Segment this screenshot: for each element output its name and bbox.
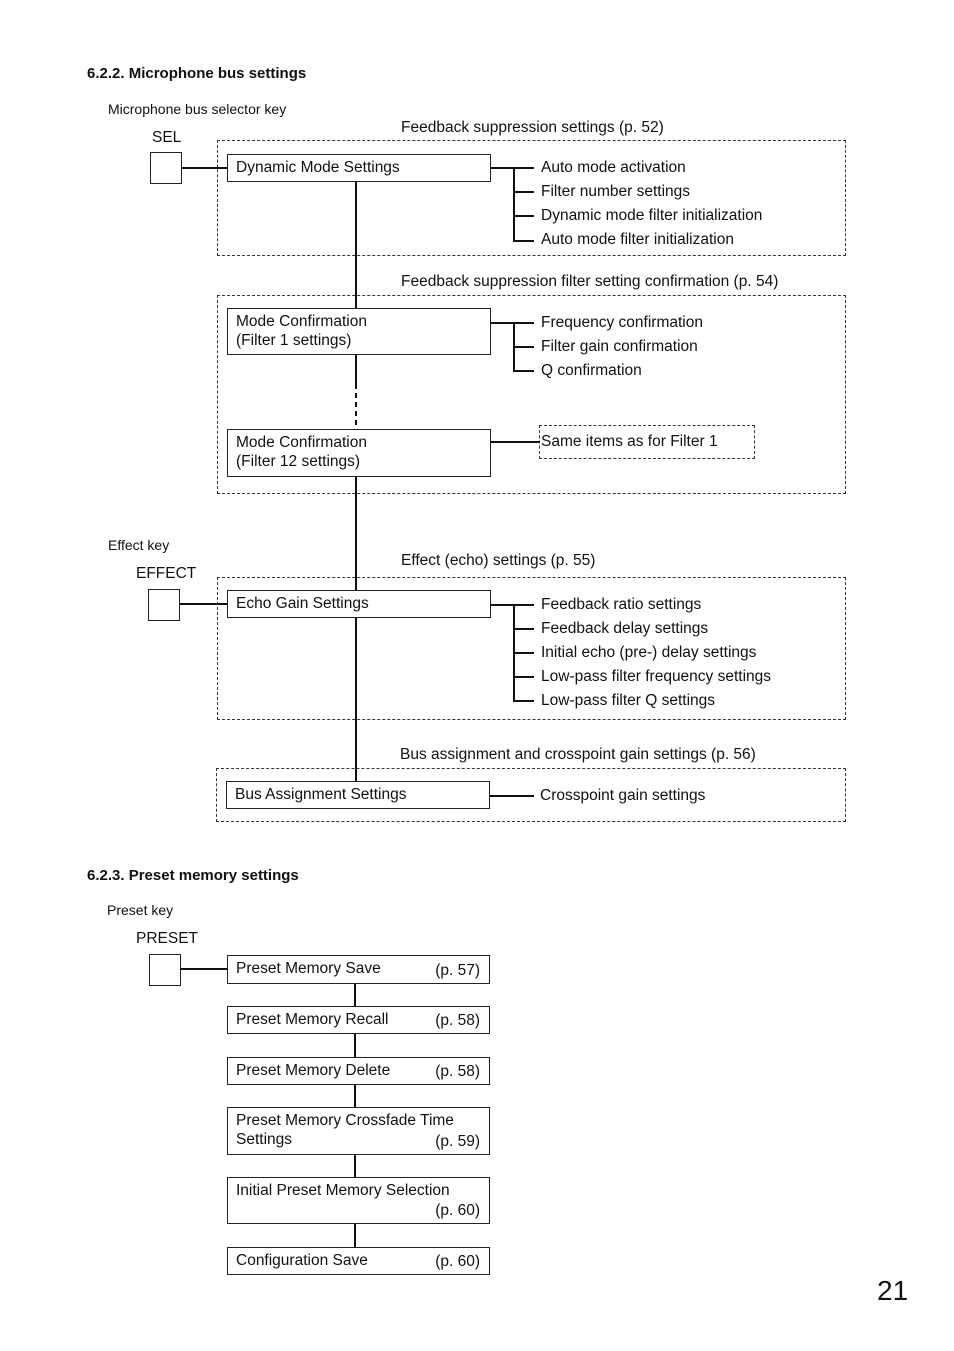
connector-line: [354, 1033, 356, 1058]
preset-memory-recall-box[interactable]: Preset Memory Recall (p. 58): [227, 1006, 490, 1034]
connector-line: [513, 370, 534, 372]
section-title-preset-memory: 6.2.3. Preset memory settings: [87, 867, 299, 884]
connector-line: [513, 676, 534, 678]
connector-line: [513, 167, 515, 241]
box-label: Preset Memory Recall: [236, 1011, 389, 1028]
connector-line: [489, 795, 534, 797]
item-lpf-q: Low-pass filter Q settings: [541, 692, 716, 709]
bus-assignment-settings-box[interactable]: Bus Assignment Settings: [226, 781, 490, 809]
page-reference: (p. 58): [435, 1063, 480, 1080]
box-label: Configuration Save: [236, 1252, 368, 1269]
mode-confirmation-filter12-box[interactable]: Mode Confirmation (Filter 12 settings): [227, 429, 491, 477]
page-reference: (p. 58): [435, 1012, 480, 1029]
preset-crossfade-time-box[interactable]: Preset Memory Crossfade Time Settings (p…: [227, 1107, 490, 1155]
echo-gain-settings-box[interactable]: Echo Gain Settings: [227, 590, 491, 618]
page-reference: (p. 57): [435, 962, 480, 979]
sel-key-button[interactable]: [150, 152, 182, 184]
group-title-bus-assignment: Bus assignment and crosspoint gain setti…: [400, 746, 756, 763]
box-label: Preset Memory Delete: [236, 1062, 391, 1079]
connector-line: [354, 1084, 356, 1108]
item-frequency-confirmation: Frequency confirmation: [541, 314, 703, 331]
sel-key-label: SEL: [152, 129, 182, 146]
preset-key-label: PRESET: [136, 930, 199, 947]
box-label: Preset Memory Save: [236, 960, 381, 977]
group-title-filter-confirmation: Feedback suppression filter setting conf…: [401, 273, 779, 290]
connector-line: [354, 1154, 356, 1178]
sel-key-caption: Microphone bus selector key: [108, 101, 287, 117]
section-title-microphone-bus: 6.2.2. Microphone bus settings: [87, 65, 307, 82]
item-feedback-ratio: Feedback ratio settings: [541, 596, 702, 613]
initial-preset-selection-box[interactable]: Initial Preset Memory Selection (p. 60): [227, 1177, 490, 1224]
item-filter-gain-confirmation: Filter gain confirmation: [541, 338, 698, 355]
mode-confirmation-filter1-box[interactable]: Mode Confirmation (Filter 1 settings): [227, 308, 491, 355]
connector-line: [181, 968, 228, 970]
item-feedback-delay: Feedback delay settings: [541, 620, 709, 637]
box-label: Dynamic Mode Settings: [236, 159, 400, 176]
item-initial-echo-delay: Initial echo (pre-) delay settings: [541, 644, 757, 661]
item-lpf-frequency: Low-pass filter frequency settings: [541, 668, 772, 685]
box-label-line2: (Filter 1 settings): [236, 332, 352, 349]
item-q-confirmation: Q confirmation: [541, 362, 642, 379]
preset-memory-save-box[interactable]: Preset Memory Save (p. 57): [227, 955, 490, 984]
connector-line: [354, 983, 356, 1007]
preset-memory-delete-box[interactable]: Preset Memory Delete (p. 58): [227, 1057, 490, 1085]
preset-key-caption: Preset key: [107, 902, 174, 918]
connector-line: [180, 603, 228, 605]
box-label-line1: Mode Confirmation: [236, 434, 367, 451]
dynamic-mode-settings-box[interactable]: Dynamic Mode Settings: [227, 154, 491, 182]
effect-key-button[interactable]: [148, 589, 180, 621]
connector-line: [513, 346, 534, 348]
box-label-line2: (Filter 12 settings): [236, 453, 361, 470]
group-title-effect-echo: Effect (echo) settings (p. 55): [401, 552, 596, 569]
connector-line: [513, 240, 534, 242]
connector-line: [490, 441, 540, 443]
page-reference: (p. 60): [435, 1202, 480, 1219]
connector-line: [513, 191, 534, 193]
box-label-line1: Preset Memory Crossfade Time: [236, 1112, 454, 1129]
group-title-feedback-suppression: Feedback suppression settings (p. 52): [401, 119, 664, 136]
item-dynamic-filter-init: Dynamic mode filter initialization: [541, 207, 763, 224]
preset-key-button[interactable]: [149, 954, 181, 986]
item-auto-mode-activation: Auto mode activation: [541, 159, 686, 176]
connector-line: [354, 1223, 356, 1248]
box-label: Bus Assignment Settings: [235, 786, 407, 803]
effect-key-caption: Effect key: [108, 537, 170, 553]
box-label: Echo Gain Settings: [236, 595, 369, 612]
item-auto-filter-init: Auto mode filter initialization: [541, 231, 734, 248]
connector-line: [513, 652, 534, 654]
box-label-line1: Mode Confirmation: [236, 313, 367, 330]
page-reference: (p. 59): [435, 1133, 480, 1150]
configuration-save-box[interactable]: Configuration Save (p. 60): [227, 1247, 490, 1275]
connector-line: [513, 215, 534, 217]
connector-line: [513, 628, 534, 630]
page-number: 21: [877, 1275, 909, 1306]
page-reference: (p. 60): [435, 1253, 480, 1270]
box-label-line1: Initial Preset Memory Selection: [236, 1182, 450, 1199]
item-crosspoint-gain: Crosspoint gain settings: [540, 787, 706, 804]
connector-line: [513, 700, 534, 702]
connector-line: [490, 604, 534, 606]
same-items-note: Same items as for Filter 1: [541, 433, 718, 450]
connector-line: [490, 167, 534, 169]
effect-key-label: EFFECT: [136, 565, 197, 582]
connector-line: [490, 322, 534, 324]
connector-line: [182, 167, 228, 169]
item-filter-number-settings: Filter number settings: [541, 183, 691, 200]
